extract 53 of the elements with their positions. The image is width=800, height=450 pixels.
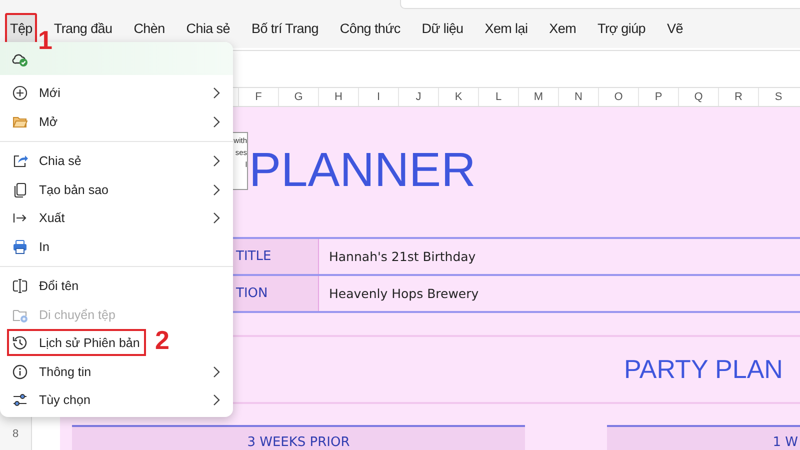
info-icon: [12, 364, 28, 380]
plus-circle-icon: [12, 85, 28, 102]
section-heading: PARTY PLAN: [624, 354, 783, 385]
rename-icon: [12, 278, 28, 294]
section-header: 1 W: [607, 425, 800, 450]
column-header[interactable]: L: [478, 88, 518, 106]
column-header[interactable]: N: [558, 88, 598, 106]
column-header[interactable]: K: [438, 88, 478, 106]
row-header[interactable]: 8: [0, 423, 31, 445]
menu-item[interactable]: Chia sẻ: [0, 147, 233, 176]
planner-title: PLANNER: [249, 147, 476, 195]
history-icon: [12, 335, 28, 352]
field-label: TITLE: [233, 238, 319, 274]
column-header[interactable]: O: [598, 88, 638, 106]
menu-item[interactable]: Thông tin: [0, 358, 233, 386]
ribbon-tab[interactable]: Trang đầu: [50, 14, 116, 42]
menu-item[interactable]: Mở: [0, 108, 233, 136]
menu-item[interactable]: Tạo bản sao: [0, 176, 233, 204]
annotation-number: 2: [155, 327, 170, 353]
menu-item[interactable]: Mới: [0, 79, 233, 108]
column-header[interactable]: J: [398, 88, 438, 106]
ribbon-tab[interactable]: Dữ liệu: [418, 14, 468, 42]
field-value: Hannah's 21st Birthday: [328, 248, 476, 266]
ribbon-tab[interactable]: Bố trí Trang: [247, 14, 322, 42]
ribbon-tab[interactable]: Vẽ: [663, 14, 687, 42]
menu-item[interactable]: Tùy chọn: [0, 386, 233, 414]
column-header[interactable]: G: [278, 88, 318, 106]
column-header[interactable]: I: [358, 88, 398, 106]
share-icon: [12, 153, 28, 170]
column-header[interactable]: S: [758, 88, 798, 106]
field-label: TION: [233, 276, 319, 311]
column-header[interactable]: R: [718, 88, 758, 106]
menu-item[interactable]: Xuất: [0, 204, 233, 232]
column-header[interactable]: F: [238, 88, 278, 106]
ribbon-tab[interactable]: Xem: [545, 14, 580, 42]
ribbon-tab[interactable]: Xem lại: [480, 14, 532, 42]
printer-icon: [12, 238, 28, 255]
ribbon-tab[interactable]: Chèn: [130, 14, 169, 42]
copy-icon: [12, 182, 28, 198]
ribbon-tab[interactable]: Chia sẻ: [182, 14, 234, 42]
menu-item[interactable]: Đổi tên: [0, 272, 233, 300]
menu-item[interactable]: In: [0, 232, 233, 261]
sliders-icon: [12, 392, 28, 408]
column-header[interactable]: Q: [678, 88, 718, 106]
ribbon-tab[interactable]: Trợ giúp: [594, 14, 650, 42]
ribbon-tab[interactable]: Tệp: [6, 14, 36, 42]
section-header: 3 WEEKS PRIOR: [72, 425, 525, 450]
field-value: Heavenly Hops Brewery: [328, 284, 479, 303]
column-header[interactable]: M: [518, 88, 558, 106]
annotation-number: 1: [38, 27, 52, 53]
column-header[interactable]: P: [638, 88, 678, 106]
column-header[interactable]: H: [318, 88, 358, 106]
ribbon-tab[interactable]: Công thức: [336, 14, 404, 42]
